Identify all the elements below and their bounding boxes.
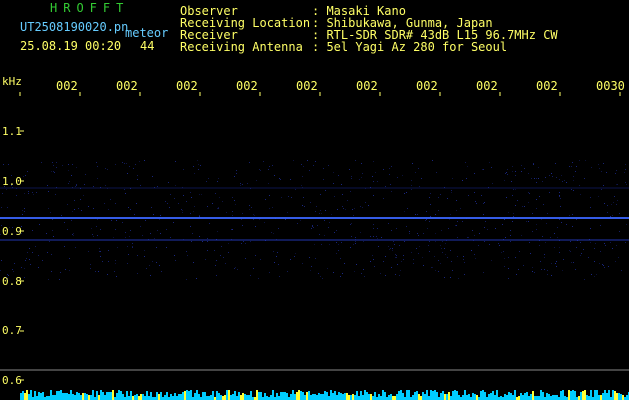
spectrogram-noise — [0, 160, 627, 280]
spectrogram-plot — [0, 92, 629, 400]
bottom-level-bars — [20, 390, 629, 400]
hrofft-screen: HROFFT UT2508190020.pn meteor 25.08.19 0… — [0, 0, 629, 400]
axis-ticks — [19, 92, 621, 381]
